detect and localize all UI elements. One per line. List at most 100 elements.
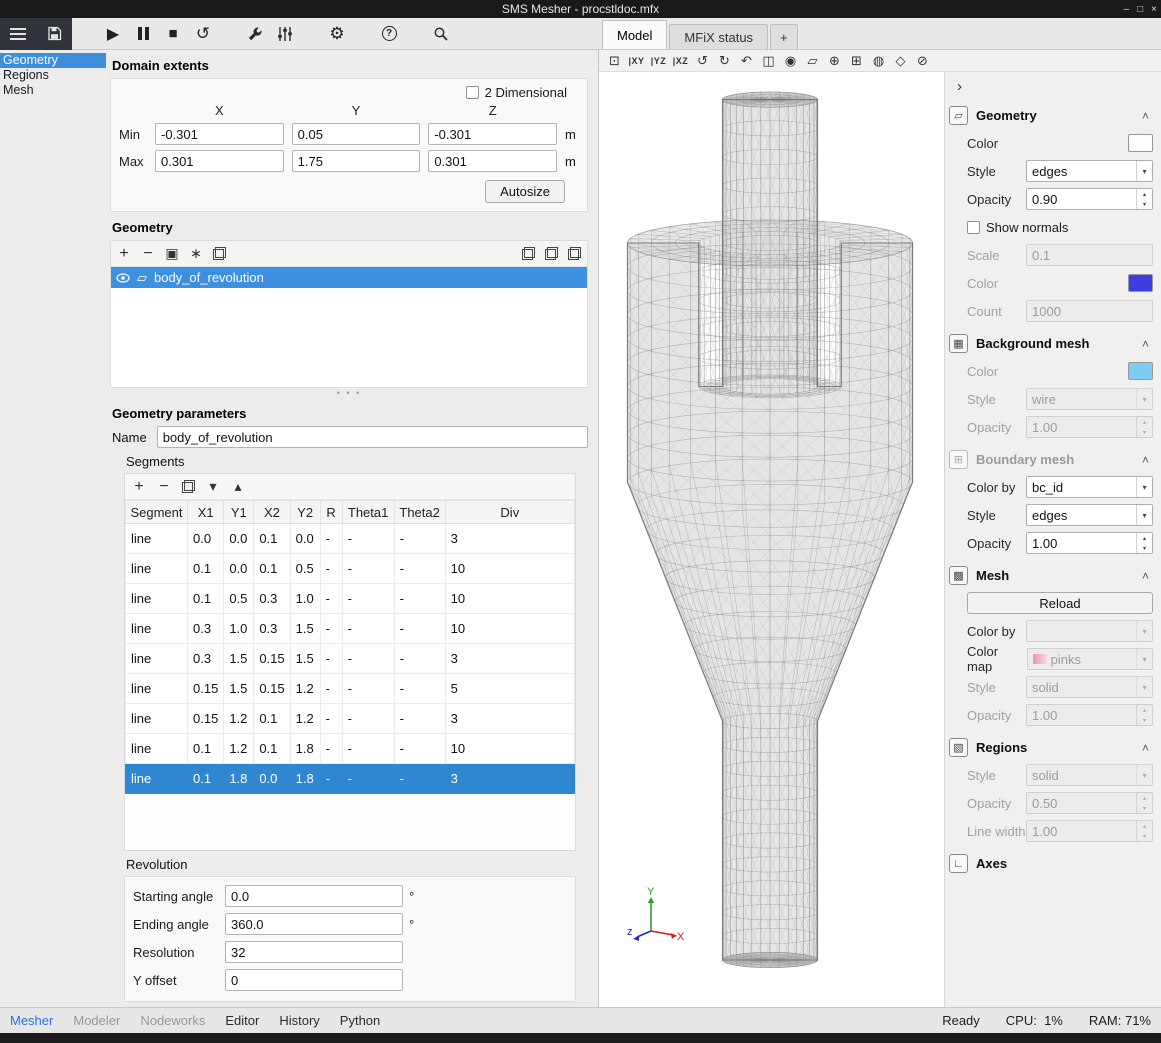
mode-editor[interactable]: Editor	[225, 1013, 259, 1028]
segments-cell[interactable]: 1.5	[224, 644, 254, 674]
xmin-input[interactable]	[155, 123, 284, 145]
close-button[interactable]: ×	[1151, 4, 1157, 15]
rotate-right-button[interactable]: ↻	[715, 51, 734, 70]
segments-cell[interactable]: -	[342, 704, 394, 734]
parameters-button[interactable]	[270, 20, 300, 48]
revolution-field-input[interactable]	[225, 913, 403, 935]
remove-geometry-button[interactable]: −	[141, 245, 155, 263]
segments-cell[interactable]: 1.0	[224, 614, 254, 644]
save-button[interactable]	[39, 20, 69, 48]
mode-history[interactable]: History	[279, 1013, 319, 1028]
nav-item-mesh[interactable]: Mesh	[0, 83, 106, 98]
toggle-axes-button[interactable]: ⊘	[913, 51, 932, 70]
segments-cell[interactable]: 0.3	[254, 584, 290, 614]
segments-cell[interactable]: 3	[445, 524, 574, 554]
group-button[interactable]	[522, 247, 535, 260]
segments-cell[interactable]: line	[126, 614, 188, 644]
segments-cell[interactable]: -	[394, 524, 445, 554]
import-stl-button[interactable]: ▣	[165, 245, 179, 262]
segments-cell[interactable]: 1.5	[224, 674, 254, 704]
add-geometry-button[interactable]: +	[117, 245, 131, 263]
segments-cell[interactable]: -	[342, 674, 394, 704]
segments-cell[interactable]: 10	[445, 584, 574, 614]
segments-cell[interactable]: -	[394, 554, 445, 584]
copy-geometry-button[interactable]	[213, 247, 226, 260]
segments-row[interactable]: line0.11.80.01.8---3	[126, 764, 575, 794]
settings-button[interactable]: ⚙	[322, 20, 352, 48]
segments-row[interactable]: line0.10.50.31.0---10	[126, 584, 575, 614]
vis-boundary-mesh-header[interactable]: ⊞ Boundary mesh ˄	[949, 446, 1153, 473]
segments-cell[interactable]: -	[394, 764, 445, 794]
segments-cell[interactable]: 1.2	[290, 674, 320, 704]
eye-icon[interactable]	[116, 273, 130, 283]
vis-background-mesh-header[interactable]: ▦ Background mesh ˄	[949, 330, 1153, 357]
segments-cell[interactable]: 10	[445, 734, 574, 764]
chevron-up-icon[interactable]: ˄	[1142, 741, 1153, 755]
segments-cell[interactable]: 1.5	[290, 614, 320, 644]
segments-cell[interactable]: 0.1	[254, 704, 290, 734]
segments-cell[interactable]: -	[320, 764, 342, 794]
menu-button[interactable]	[3, 20, 33, 48]
mode-modeler[interactable]: Modeler	[73, 1013, 120, 1028]
segments-cell[interactable]: -	[394, 674, 445, 704]
segments-cell[interactable]: -	[342, 524, 394, 554]
segment-menu-button[interactable]: ▾	[206, 478, 220, 495]
view-yz-button[interactable]: |YZ	[649, 51, 668, 70]
segments-row[interactable]: line0.00.00.10.0---3	[126, 524, 575, 554]
segments-cell[interactable]: 0.15	[254, 674, 290, 704]
segments-cell[interactable]: 0.3	[188, 614, 224, 644]
segments-row[interactable]: line0.11.20.11.8---10	[126, 734, 575, 764]
reset-rotation-button[interactable]: ↶	[737, 51, 756, 70]
zmin-input[interactable]	[428, 123, 557, 145]
segments-cell[interactable]: 3	[445, 704, 574, 734]
segments-cell[interactable]: 0.1	[188, 584, 224, 614]
segments-cell[interactable]: 0.1	[254, 734, 290, 764]
ungroup-button[interactable]	[545, 247, 558, 260]
mode-nodeworks[interactable]: Nodeworks	[140, 1013, 205, 1028]
segments-cell[interactable]: 1.5	[290, 644, 320, 674]
tab-mfix-status[interactable]: MFiX status	[669, 24, 768, 49]
segments-cell[interactable]: 0.0	[224, 524, 254, 554]
spinner-arrows-icon[interactable]: ▴▾	[1136, 533, 1152, 553]
segments-cell[interactable]: 0.1	[188, 764, 224, 794]
segments-cell[interactable]: line	[126, 644, 188, 674]
pause-button[interactable]	[128, 20, 158, 48]
toggle-regions-button[interactable]: ◇	[891, 51, 910, 70]
duplicate-button[interactable]	[568, 247, 581, 260]
segments-cell[interactable]: -	[320, 614, 342, 644]
screenshot-button[interactable]: ◉	[781, 51, 800, 70]
segments-cell[interactable]: 1.2	[224, 734, 254, 764]
segments-row[interactable]: line0.151.50.151.2---5	[126, 674, 575, 704]
build-button[interactable]	[240, 20, 270, 48]
segments-cell[interactable]: -	[320, 644, 342, 674]
vis-axes-header[interactable]: ∟ Axes	[949, 850, 1153, 877]
segments-cell[interactable]: -	[394, 704, 445, 734]
segments-cell[interactable]: 1.0	[290, 584, 320, 614]
segments-cell[interactable]: 10	[445, 554, 574, 584]
segments-cell[interactable]: 0.3	[188, 644, 224, 674]
rotate-left-button[interactable]: ↺	[693, 51, 712, 70]
segments-row[interactable]: line0.31.50.151.5---3	[126, 644, 575, 674]
segments-cell[interactable]: 10	[445, 614, 574, 644]
revolution-field-input[interactable]	[225, 941, 403, 963]
view-xy-button[interactable]: |XY	[627, 51, 646, 70]
run-button[interactable]: ▶	[98, 20, 128, 48]
segments-cell[interactable]: line	[126, 734, 188, 764]
segments-cell[interactable]: 0.1	[188, 554, 224, 584]
segments-cell[interactable]: 0.15	[188, 674, 224, 704]
segments-cell[interactable]: -	[342, 764, 394, 794]
segments-cell[interactable]: -	[394, 644, 445, 674]
mode-mesher[interactable]: Mesher	[10, 1013, 53, 1028]
segments-row[interactable]: line0.151.20.11.2---3	[126, 704, 575, 734]
segments-cell[interactable]: 1.2	[290, 704, 320, 734]
segments-cell[interactable]: line	[126, 674, 188, 704]
segments-cell[interactable]: -	[342, 644, 394, 674]
segments-cell[interactable]: 0.15	[254, 644, 290, 674]
tab-add[interactable]: +	[770, 24, 798, 49]
reset-button[interactable]: ↺	[188, 20, 218, 48]
revolution-field-input[interactable]	[225, 969, 403, 991]
segments-cell[interactable]: 0.3	[254, 614, 290, 644]
spinner-arrows-icon[interactable]: ▴▾	[1136, 189, 1152, 209]
segments-cell[interactable]: -	[394, 614, 445, 644]
boundary-mesh-color-by-select[interactable]: bc_id▾	[1026, 476, 1153, 498]
